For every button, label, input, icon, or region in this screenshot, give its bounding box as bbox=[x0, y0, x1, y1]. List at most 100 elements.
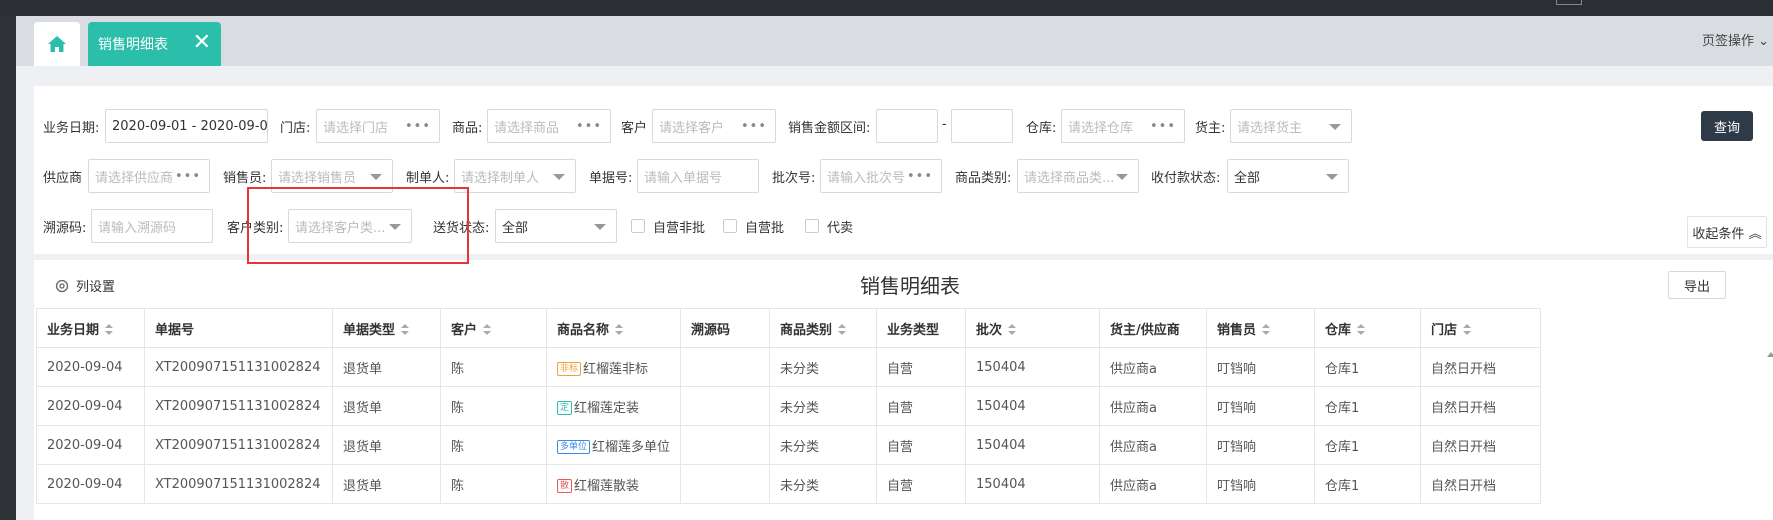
more-icon: ••• bbox=[575, 119, 602, 134]
column-header[interactable]: 客户 bbox=[440, 308, 547, 348]
biz-date-range-input[interactable]: 2020-09-01 - 2020-09-07 bbox=[105, 109, 268, 143]
column-header[interactable]: 仓库 bbox=[1314, 308, 1421, 348]
store-placeholder: 请选择门店 bbox=[323, 120, 389, 136]
consign-checkbox[interactable] bbox=[805, 219, 819, 233]
product-select[interactable]: 请选择商品 ••• bbox=[487, 109, 611, 143]
sort-icon[interactable] bbox=[838, 324, 847, 336]
sort-icon[interactable] bbox=[1463, 324, 1472, 336]
biz-date-value: 2020-09-01 - 2020-09-07 bbox=[112, 118, 268, 134]
column-header[interactable]: 业务日期 bbox=[36, 308, 145, 348]
collapse-conditions-button[interactable]: 收起条件 ︽ bbox=[1687, 216, 1767, 248]
table-cell-name: 多单位 红榴莲多单位 bbox=[546, 425, 681, 465]
sort-icon[interactable] bbox=[105, 324, 114, 336]
column-header-label: 业务类型 bbox=[887, 322, 940, 338]
table-cell-owner: 供应商a bbox=[1099, 425, 1207, 465]
category-select[interactable]: 请选择商品类... bbox=[1017, 159, 1139, 193]
cell-text: 未分类 bbox=[780, 439, 820, 455]
table-cell-trace bbox=[680, 425, 770, 465]
sort-icon[interactable] bbox=[1357, 324, 1366, 336]
self-batch-checkbox[interactable] bbox=[723, 219, 737, 233]
cell-text: 退货单 bbox=[343, 400, 383, 416]
batch-input[interactable]: 请输入批次号 ••• bbox=[820, 159, 942, 193]
column-header[interactable]: 批次 bbox=[965, 308, 1100, 348]
supplier-label: 供应商 bbox=[43, 171, 83, 186]
self-batch-label: 自营批 bbox=[745, 221, 785, 236]
warehouse-label: 仓库: bbox=[1026, 121, 1057, 136]
category-placeholder: 请选择商品类... bbox=[1024, 170, 1115, 186]
docno-label: 单据号: bbox=[589, 171, 633, 186]
cell-text: XT200907151131002824 bbox=[155, 437, 321, 453]
table-row[interactable]: 2020-09-04 XT200907151131002824 退货单 陈 定红榴莲定装… bbox=[36, 386, 1541, 426]
warehouse-select[interactable]: 请选择仓库 ••• bbox=[1061, 109, 1185, 143]
product-tag: 定 bbox=[557, 401, 573, 415]
cell-text: 供应商a bbox=[1110, 478, 1157, 494]
table-cell-date: 2020-09-04 bbox=[36, 464, 145, 504]
sort-icon[interactable] bbox=[1008, 324, 1017, 336]
sort-icon[interactable] bbox=[401, 324, 410, 336]
table-row[interactable]: 2020-09-04 XT200907151131002824 退货单 陈 多单位 红榴莲… bbox=[36, 425, 1541, 465]
column-header[interactable]: 门店 bbox=[1420, 308, 1541, 348]
amount-max-input[interactable] bbox=[951, 109, 1013, 143]
column-header-label: 商品名称 bbox=[557, 322, 610, 338]
table-cell-name: 散红榴莲散装 bbox=[546, 464, 681, 504]
table-cell-docno: XT200907151131002824 bbox=[144, 464, 333, 504]
amount-range-dash: - bbox=[942, 117, 947, 132]
export-button[interactable]: 导出 bbox=[1668, 271, 1726, 299]
chevron-down-icon bbox=[370, 174, 382, 180]
more-icon: ••• bbox=[740, 119, 767, 134]
cell-text: 2020-09-04 bbox=[47, 359, 123, 375]
table-cell-owner: 供应商a bbox=[1099, 347, 1207, 387]
store-select[interactable]: 请选择门店 ••• bbox=[316, 109, 440, 143]
salesman-label: 销售员: bbox=[223, 171, 267, 186]
tab-label: 销售明细表 bbox=[98, 37, 168, 53]
docno-input[interactable]: 请输入单据号 bbox=[637, 159, 759, 193]
table-row[interactable]: 2020-09-04 XT200907151131002824 退货单 陈 散红榴莲散装… bbox=[36, 464, 1541, 504]
trace-code-input[interactable]: 请输入溯源码 bbox=[91, 209, 213, 243]
cell-text: 仓库1 bbox=[1325, 478, 1360, 494]
cell-text: 150404 bbox=[976, 398, 1026, 414]
maker-select[interactable]: 请选择制单人 bbox=[454, 159, 576, 193]
amount-min-input[interactable] bbox=[876, 109, 938, 143]
column-header-label: 门店 bbox=[1431, 322, 1458, 338]
table-row[interactable]: 2020-09-04 XT200907151131002824 退货单 陈 非标 红榴莲非… bbox=[36, 347, 1541, 387]
table-cell-batch: 150404 bbox=[965, 464, 1100, 504]
chevron-down-icon bbox=[1326, 174, 1338, 180]
sort-icon[interactable] bbox=[615, 324, 624, 336]
cell-text: 退货单 bbox=[343, 361, 383, 377]
query-button[interactable]: 查询 bbox=[1701, 111, 1753, 141]
column-header-label: 客户 bbox=[451, 322, 478, 338]
column-header[interactable]: 商品名称 bbox=[546, 308, 681, 348]
delivery-status-select[interactable]: 全部 bbox=[495, 209, 617, 243]
column-header: 业务类型 bbox=[876, 308, 966, 348]
table-cell-biz: 自营 bbox=[876, 347, 966, 387]
column-header[interactable]: 单据类型 bbox=[332, 308, 441, 348]
table-cell-category: 未分类 bbox=[769, 425, 877, 465]
table-cell-name: 定红榴莲定装 bbox=[546, 386, 681, 426]
page-ops-menu[interactable]: 页签操作 ⌄ bbox=[1702, 30, 1769, 49]
cell-text: 退货单 bbox=[343, 439, 383, 455]
cell-text: 仓库1 bbox=[1325, 439, 1360, 455]
window-control[interactable] bbox=[1556, 0, 1582, 5]
sort-icon[interactable] bbox=[483, 324, 492, 336]
column-header[interactable]: 销售员 bbox=[1206, 308, 1315, 348]
column-header[interactable]: 商品类别 bbox=[769, 308, 877, 348]
customer-select[interactable]: 请选择客户 ••• bbox=[652, 109, 776, 143]
owner-select[interactable]: 请选择货主 bbox=[1230, 109, 1352, 143]
chevron-down-icon bbox=[553, 174, 565, 180]
cell-text: 红榴莲定装 bbox=[574, 400, 640, 416]
payment-status-select[interactable]: 全部 bbox=[1227, 159, 1349, 193]
table-title: 销售明细表 bbox=[860, 274, 960, 298]
sort-icon[interactable] bbox=[1262, 324, 1271, 336]
vertical-scrollbar[interactable] bbox=[1767, 352, 1773, 520]
column-header-label: 仓库 bbox=[1325, 322, 1352, 338]
close-icon[interactable]: ✕ bbox=[193, 32, 211, 54]
tab-home[interactable] bbox=[34, 22, 80, 66]
column-settings-button[interactable]: 列设置 bbox=[54, 276, 115, 295]
tab-sales-detail[interactable]: 销售明细表 ✕ bbox=[88, 22, 221, 66]
chevron-down-icon: ⌄ bbox=[1758, 34, 1770, 49]
left-sidebar-strip bbox=[0, 16, 16, 520]
consign-label: 代卖 bbox=[827, 221, 854, 236]
table-cell-store: 自然日开档 bbox=[1420, 386, 1541, 426]
supplier-select[interactable]: 请选择供应商 ••• bbox=[88, 159, 210, 193]
self-nonbatch-checkbox[interactable] bbox=[631, 219, 645, 233]
